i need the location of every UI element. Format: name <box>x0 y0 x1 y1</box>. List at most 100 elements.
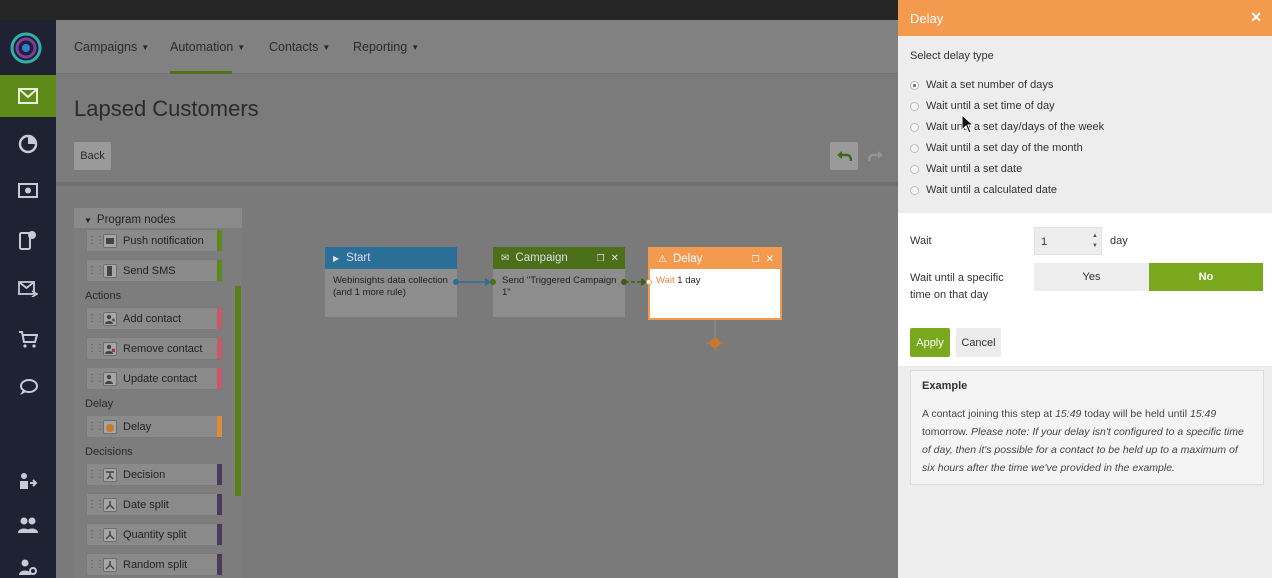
add-node-handle[interactable] <box>707 320 723 352</box>
flow-node-delay-selected[interactable]: ⚠ Delay ❐ ✕ Wait 1 day <box>646 247 782 320</box>
drag-handle-icon[interactable]: ⋮⋮ <box>87 265 105 276</box>
connector-dot[interactable] <box>646 279 652 285</box>
palette-node-delay[interactable]: ⋮⋮ Delay <box>86 415 223 438</box>
undo-button[interactable] <box>830 142 858 170</box>
wait-days-input[interactable]: 1 ▲ ▼ <box>1034 227 1102 255</box>
palette-scrollbar[interactable] <box>235 286 241 496</box>
palette-node-add-contact[interactable]: ⋮⋮ Add contact <box>86 307 223 330</box>
node-color-bar <box>217 416 222 437</box>
drag-handle-icon[interactable]: ⋮⋮ <box>87 469 105 480</box>
cancel-button[interactable]: Cancel <box>956 328 1001 357</box>
drag-handle-icon[interactable]: ⋮⋮ <box>87 313 105 324</box>
node-color-bar <box>217 260 222 281</box>
node-color-bar <box>217 524 222 545</box>
drag-handle-icon[interactable]: ⋮⋮ <box>87 529 105 540</box>
node-color-bar <box>217 494 222 515</box>
sidebar-item-ecommerce[interactable] <box>0 318 56 360</box>
palette-node-remove-contact[interactable]: ⋮⋮ Remove contact <box>86 337 223 360</box>
delay-settings-panel: Delay ✕ Select delay type Wait a set num… <box>898 0 1272 578</box>
flow-node-campaign[interactable]: ✉ Campaign ❐ ✕ Send "Triggered Campaign 1" <box>490 247 625 317</box>
redo-icon <box>868 151 883 162</box>
nav-campaigns[interactable]: Campaigns ▼ <box>74 40 149 54</box>
apply-button[interactable]: Apply <box>910 328 950 357</box>
palette-header[interactable]: ▼ Program nodes <box>74 208 242 228</box>
palette-node-push-notification[interactable]: ⋮⋮ Push notification <box>86 229 223 252</box>
split-icon <box>103 557 117 572</box>
palette-node-random-split[interactable]: ⋮⋮ Random split <box>86 553 223 576</box>
radio-option-set-date[interactable]: Wait until a set date <box>910 163 1022 175</box>
email-icon <box>18 88 38 104</box>
radio-option-set-number-of-days[interactable]: Wait a set number of days <box>910 79 1053 91</box>
radio-option-set-days-of-week[interactable]: Wait until a set day/days of the week <box>910 121 1104 133</box>
panel-title: Delay <box>898 0 1272 36</box>
radio-button[interactable] <box>910 185 919 195</box>
copy-icon[interactable]: ❐ <box>597 253 605 263</box>
palette-node-update-contact[interactable]: ⋮⋮ Update contact <box>86 367 223 390</box>
sidebar-item-email[interactable] <box>0 75 56 117</box>
drag-handle-icon[interactable]: ⋮⋮ <box>87 235 105 246</box>
users-icon <box>18 517 38 533</box>
flow-node-start[interactable]: ▶ Start Webinsights data collection (and… <box>325 247 457 317</box>
node-color-bar <box>217 554 222 575</box>
sidebar-item-email-send[interactable] <box>0 268 56 310</box>
flow-canvas[interactable]: ▼ Program nodes ⋮⋮ Push notification ⋮⋮ S… <box>56 186 898 578</box>
split-icon <box>103 527 117 542</box>
delay-icon <box>103 419 117 434</box>
caret-down-icon: ▼ <box>411 43 420 52</box>
radio-button[interactable] <box>910 122 919 132</box>
nav-automation[interactable]: Automation ▼ <box>170 40 245 54</box>
sidebar-item-web[interactable] <box>0 171 56 213</box>
node-color-bar <box>217 230 222 251</box>
page-title: Lapsed Customers <box>74 96 259 121</box>
select-delay-type-label: Select delay type <box>910 50 994 62</box>
sidebar-item-account-settings[interactable] <box>0 546 56 578</box>
sidebar-item-import[interactable] <box>0 460 56 502</box>
toggle-yes-button[interactable]: Yes <box>1034 263 1149 291</box>
sidebar-item-reports[interactable] <box>0 123 56 165</box>
back-button[interactable]: Back <box>74 142 111 170</box>
copy-icon[interactable]: ❐ <box>752 254 760 264</box>
play-icon: ▶ <box>333 253 340 263</box>
palette-node-decision[interactable]: ⋮⋮ Decision <box>86 463 223 486</box>
palette-node-quantity-split[interactable]: ⋮⋮ Quantity split <box>86 523 223 546</box>
spin-up-icon[interactable]: ▲ <box>1092 233 1098 239</box>
specific-time-label: Wait until a specific time on that day <box>910 272 1004 301</box>
palette-node-date-split[interactable]: ⋮⋮ Date split <box>86 493 223 516</box>
connector-dot[interactable] <box>490 279 496 285</box>
radio-button[interactable] <box>910 143 919 153</box>
app-logo-icon[interactable] <box>10 32 42 64</box>
cart-icon <box>19 331 38 348</box>
sidebar-item-chat[interactable] <box>0 366 56 408</box>
radio-button[interactable] <box>910 101 919 111</box>
close-icon[interactable]: ✕ <box>611 253 619 264</box>
example-text: A contact joining this step at 15:49 tod… <box>922 408 1244 474</box>
radio-button[interactable] <box>910 164 919 174</box>
sidebar-item-users[interactable] <box>0 504 56 546</box>
sms-icon <box>103 263 117 278</box>
drag-handle-icon[interactable]: ⋮⋮ <box>87 421 105 432</box>
wait-label: Wait <box>910 235 932 247</box>
toggle-no-button[interactable]: No <box>1149 263 1263 291</box>
radio-option-calculated-date[interactable]: Wait until a calculated date <box>910 184 1057 196</box>
program-nodes-palette: ▼ Program nodes ⋮⋮ Push notification ⋮⋮ S… <box>74 208 242 578</box>
redo-button[interactable] <box>862 142 890 170</box>
drag-handle-icon[interactable]: ⋮⋮ <box>87 499 105 510</box>
radio-option-set-time-of-day[interactable]: Wait until a set time of day <box>910 100 1055 112</box>
close-icon[interactable]: ✕ <box>1250 9 1262 26</box>
radio-button[interactable] <box>910 80 919 90</box>
spin-down-icon[interactable]: ▼ <box>1092 243 1098 249</box>
drag-handle-icon[interactable]: ⋮⋮ <box>87 343 105 354</box>
push-notification-icon <box>103 233 117 248</box>
active-nav-underline <box>170 71 232 74</box>
drag-handle-icon[interactable]: ⋮⋮ <box>87 559 105 570</box>
close-icon[interactable]: ✕ <box>766 254 774 265</box>
pie-chart-icon <box>18 134 38 154</box>
radio-option-set-day-of-month[interactable]: Wait until a set day of the month <box>910 142 1083 154</box>
sidebar-item-mobile[interactable] <box>0 219 56 261</box>
drag-handle-icon[interactable]: ⋮⋮ <box>87 373 105 384</box>
mobile-icon <box>19 231 36 250</box>
nav-reporting[interactable]: Reporting ▼ <box>353 40 419 54</box>
nav-contacts[interactable]: Contacts ▼ <box>269 40 330 54</box>
chat-icon <box>20 379 38 395</box>
palette-node-send-sms[interactable]: ⋮⋮ Send SMS <box>86 259 223 282</box>
